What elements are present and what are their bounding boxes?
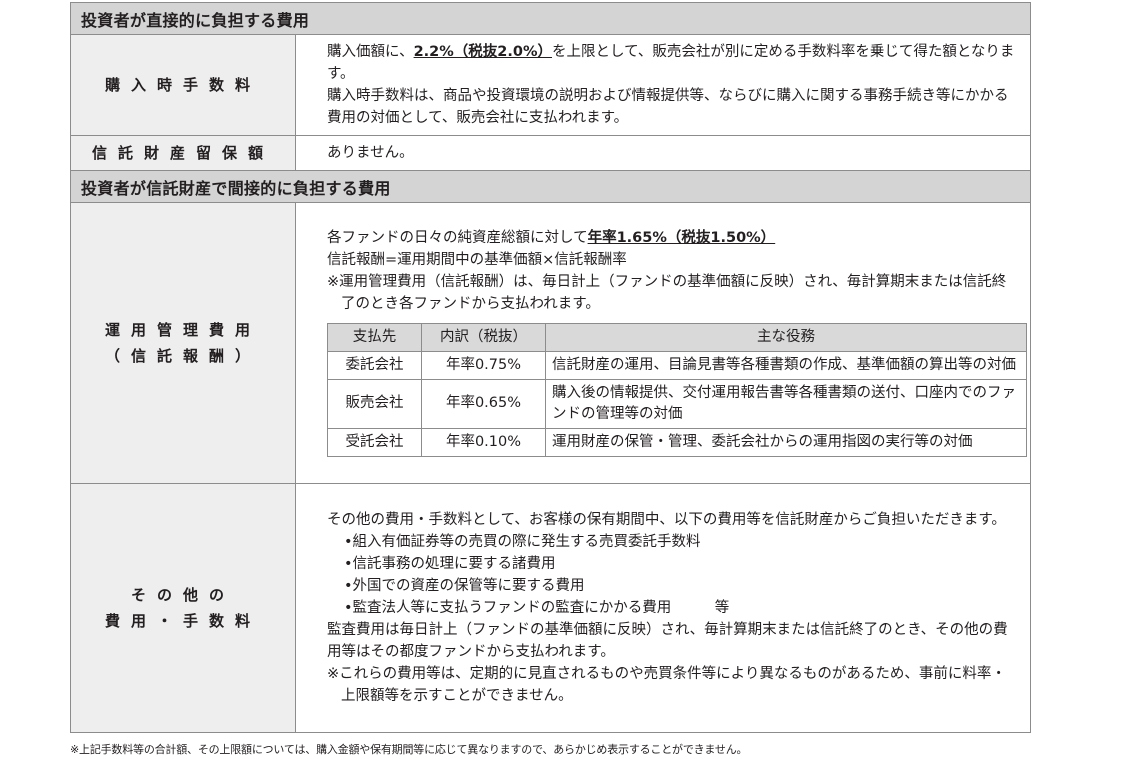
label-purchase-fee: 購入時手数料 <box>70 34 296 136</box>
table-row: 委託会社 年率0.75% 信託財産の運用、目論見書等各種書類の作成、基準価額の算… <box>327 350 1027 380</box>
content-other-fees: その他の費用・手数料として、お客様の保有期間中、以下の費用等を信託財産からご負担… <box>295 483 1031 733</box>
rate-cell: 年率0.65% <box>421 378 546 429</box>
label-management-fee: 運用管理費用 （信託報酬） <box>70 202 296 484</box>
mgmt-fee-line2: 信託報酬=運用期間中の基準価額×信託報酬率 <box>327 251 627 268</box>
section-header-indirect: 投資者が信託財産で間接的に負担する費用 <box>70 170 1031 203</box>
label-management-fee-line2: （信託報酬） <box>104 347 261 365</box>
section-header-direct: 投資者が直接的に負担する費用 <box>70 2 1031 35</box>
header-breakdown: 内訳（税抜） <box>421 322 546 352</box>
header-services: 主な役務 <box>545 322 1027 352</box>
payee-cell: 受託会社 <box>327 427 422 457</box>
label-other-fees-line1: その他の <box>130 586 235 604</box>
content-management-fee: 各ファンドの日々の純資産総額に対して年率1.65%（税抜1.50%） 信託報酬=… <box>295 202 1031 484</box>
purchase-fee-rate: 2.2%（税抜2.0%） <box>413 44 553 60</box>
header-payee: 支払先 <box>327 322 422 352</box>
label-trust-reserve: 信託財産留保額 <box>70 135 296 171</box>
purchase-fee-text-pre: 購入価額に、 <box>327 44 414 60</box>
table-row: 受託会社 年率0.10% 運用財産の保管・管理、委託会社からの運用指図の実行等の… <box>327 427 1027 457</box>
purchase-fee-line1: 購入価額に、2.2%（税抜2.0%）を上限として、販売会社が別に定める手数料率を… <box>327 41 1018 85</box>
service-cell: 運用財産の保管・管理、委託会社からの運用指図の実行等の対価 <box>545 427 1027 457</box>
service-cell: 購入後の情報提供、交付運用報告書等各種書類の送付、口座内でのファンドの管理等の対… <box>545 378 1027 429</box>
list-item: •監査法人等に支払うファンドの監査にかかる費用 等 <box>344 600 730 616</box>
label-other-fees: その他の 費用・手数料 <box>70 483 296 733</box>
rate-cell: 年率0.75% <box>421 350 546 380</box>
list-item: •外国での資産の保管等に要する費用 <box>344 578 585 594</box>
other-fees-intro: その他の費用・手数料として、お客様の保有期間中、以下の費用等を信託財産からご負担… <box>327 512 1006 528</box>
footnote: ※上記手数料等の合計額、その上限額については、購入金額や保有期間等に応じて異なり… <box>70 743 748 756</box>
payee-cell: 販売会社 <box>327 378 422 429</box>
label-other-fees-line2: 費用・手数料 <box>104 612 261 630</box>
list-item: •組入有価証券等の売買の際に発生する売買委託手数料 <box>344 534 701 550</box>
mgmt-fee-text-pre: 各ファンドの日々の純資産総額に対して <box>327 229 588 246</box>
mgmt-fee-rate: 年率1.65%（税抜1.50%） <box>587 229 776 246</box>
other-fees-disclaimer: ※これらの費用等は、定期的に見直されるものや売買条件等により異なるものがあるため… <box>327 666 1006 704</box>
fee-breakdown-header: 支払先 内訳（税抜） 主な役務 <box>327 322 1027 352</box>
fee-breakdown-table: 支払先 内訳（税抜） 主な役務 委託会社 年率0.75% 信託財産の運用、目論見… <box>327 322 1027 457</box>
service-cell: 信託財産の運用、目論見書等各種書類の作成、基準価額の算出等の対価 <box>545 350 1027 380</box>
table-row: 販売会社 年率0.65% 購入後の情報提供、交付運用報告書等各種書類の送付、口座… <box>327 378 1027 429</box>
rate-cell: 年率0.10% <box>421 427 546 457</box>
other-fees-audit-note: 監査費用は毎日計上（ファンドの基準価額に反映）され、毎計算期末または信託終了のと… <box>327 622 1008 660</box>
mgmt-fee-note: ※運用管理費用（信託報酬）は、毎日計上（ファンドの基準価額に反映）され、毎計算期… <box>327 273 1007 312</box>
list-item: •信託事務の処理に要する諸費用 <box>344 556 556 572</box>
fee-table: 投資者が直接的に負担する費用 購入時手数料 購入価額に、2.2%（税抜2.0%）… <box>70 2 1031 733</box>
content-trust-reserve: ありません。 <box>295 135 1031 171</box>
payee-cell: 委託会社 <box>327 350 422 380</box>
mgmt-fee-line1: 各ファンドの日々の純資産総額に対して年率1.65%（税抜1.50%） <box>327 227 1018 249</box>
purchase-fee-line2: 購入時手数料は、商品や投資環境の説明および情報提供等、ならびに購入に関する事務手… <box>327 88 1009 126</box>
content-purchase-fee: 購入価額に、2.2%（税抜2.0%）を上限として、販売会社が別に定める手数料率を… <box>295 34 1031 136</box>
label-management-fee-line1: 運用管理費用 <box>104 321 261 339</box>
fee-table-container: 投資者が直接的に負担する費用 購入時手数料 購入価額に、2.2%（税抜2.0%）… <box>70 2 1031 733</box>
